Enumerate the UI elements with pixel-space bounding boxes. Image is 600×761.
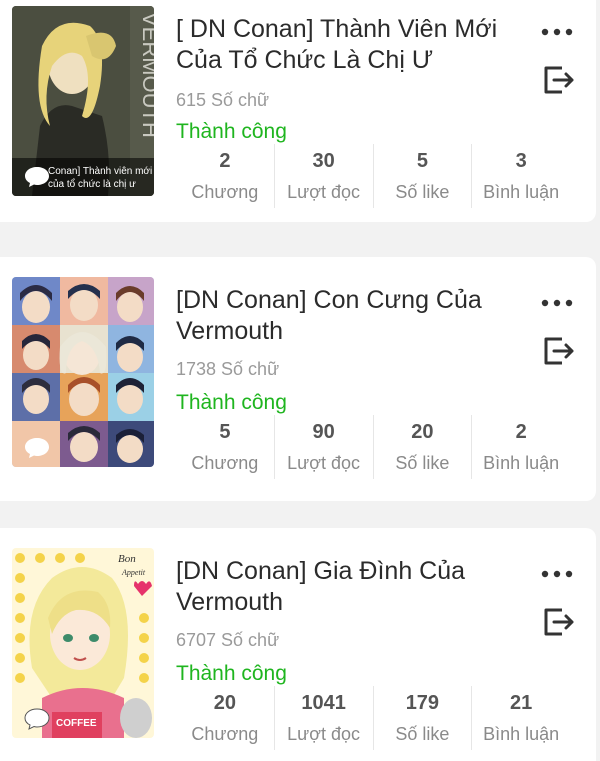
stat-label: Chương <box>191 453 259 473</box>
stat-value: 3 <box>515 150 527 172</box>
more-options-icon[interactable] <box>540 568 574 580</box>
stat-likes: 20 Số like <box>372 415 472 479</box>
word-count: 6707 Số chữ <box>176 630 280 650</box>
comment-bubble-icon <box>25 438 49 458</box>
stat-comments: 3 Bình luận <box>471 144 570 208</box>
stat-label: Chương <box>191 182 259 202</box>
stat-value: 30 <box>312 150 335 172</box>
stat-reads: 1041 Lượt đọc <box>273 686 373 750</box>
story-card[interactable]: [DN Conan] Con Cưng Của Vermouth 1738 Số… <box>0 257 596 501</box>
stat-label: Lượt đọc <box>287 182 361 202</box>
stat-value: 20 <box>213 692 236 714</box>
stat-comments: 21 Bình luận <box>471 686 570 750</box>
stat-value: 179 <box>405 692 440 714</box>
stat-chapters: 5 Chương <box>176 415 274 479</box>
stat-chapters: 2 Chương <box>176 144 274 208</box>
stat-label: Chương <box>191 724 259 744</box>
story-card[interactable]: Bon Appetit COFFEE [DN Conan] Gia Đình C… <box>0 528 596 761</box>
stat-value: 5 <box>416 150 428 172</box>
stat-label: Số like <box>395 182 450 202</box>
stat-label: Bình luận <box>483 182 560 202</box>
status-label: Thành công <box>176 120 287 143</box>
stat-value: 90 <box>312 421 335 443</box>
stat-likes: 179 Số like <box>372 686 472 750</box>
cover-vertical-text: VERMOUTH <box>138 12 154 138</box>
story-title[interactable]: [DN Conan] Con Cưng Của Vermouth <box>176 285 516 347</box>
word-count: 1738 Số chữ <box>176 359 280 379</box>
story-cover-image[interactable]: Bon Appetit COFFEE <box>12 548 154 738</box>
more-options-icon[interactable] <box>540 297 574 309</box>
status-label: Thành công <box>176 662 287 685</box>
stat-reads: 30 Lượt đọc <box>273 144 373 208</box>
stat-value: 20 <box>411 421 434 443</box>
stat-label: Bình luận <box>483 453 560 473</box>
stat-reads: 90 Lượt đọc <box>273 415 373 479</box>
stat-value: 21 <box>510 692 533 714</box>
stat-label: Lượt đọc <box>287 724 361 744</box>
stat-value: 2 <box>515 421 527 443</box>
story-title[interactable]: [DN Conan] Gia Đình Của Vermouth <box>176 556 516 618</box>
stat-label: Số like <box>395 724 450 744</box>
stat-label: Bình luận <box>483 724 560 744</box>
cover-text: Bon <box>118 553 136 565</box>
comment-bubble-icon <box>25 167 49 187</box>
stat-label: Số like <box>395 453 450 473</box>
export-icon[interactable] <box>540 604 576 640</box>
stats-row: 2 Chương 30 Lượt đọc 5 Số like 3 Bình luận <box>176 144 570 208</box>
story-card[interactable]: VERMOUTH Conan] Thành viên mới của tổ ch… <box>0 0 596 222</box>
export-icon[interactable] <box>540 333 576 369</box>
cover-text: COFFEE <box>56 718 97 729</box>
stat-label: Lượt đọc <box>287 453 361 473</box>
cover-caption: của tổ chức là chị ư <box>48 178 136 190</box>
stat-comments: 2 Bình luận <box>471 415 570 479</box>
stat-chapters: 20 Chương <box>176 686 274 750</box>
export-icon[interactable] <box>540 62 576 98</box>
comment-bubble-icon <box>24 708 50 730</box>
more-options-icon[interactable] <box>540 26 574 38</box>
stat-value: 1041 <box>301 692 346 714</box>
word-count: 615 Số chữ <box>176 90 270 110</box>
story-cover-image[interactable] <box>12 277 154 467</box>
stat-likes: 5 Số like <box>372 144 472 208</box>
story-title[interactable]: [ DN Conan] Thành Viên Mới Của Tổ Chức L… <box>176 14 516 76</box>
stats-row: 20 Chương 1041 Lượt đọc 179 Số like 21 Bình … <box>176 686 570 750</box>
cover-caption: Conan] Thành viên mới <box>48 166 152 177</box>
cover-text: Appetit <box>121 568 146 577</box>
stats-row: 5 Chương 90 Lượt đọc 20 Số like 2 Bình luận <box>176 415 570 479</box>
stat-value: 2 <box>219 150 231 172</box>
stat-value: 5 <box>219 421 231 443</box>
status-label: Thành công <box>176 391 287 414</box>
story-cover-image[interactable]: VERMOUTH Conan] Thành viên mới của tổ ch… <box>12 6 154 196</box>
